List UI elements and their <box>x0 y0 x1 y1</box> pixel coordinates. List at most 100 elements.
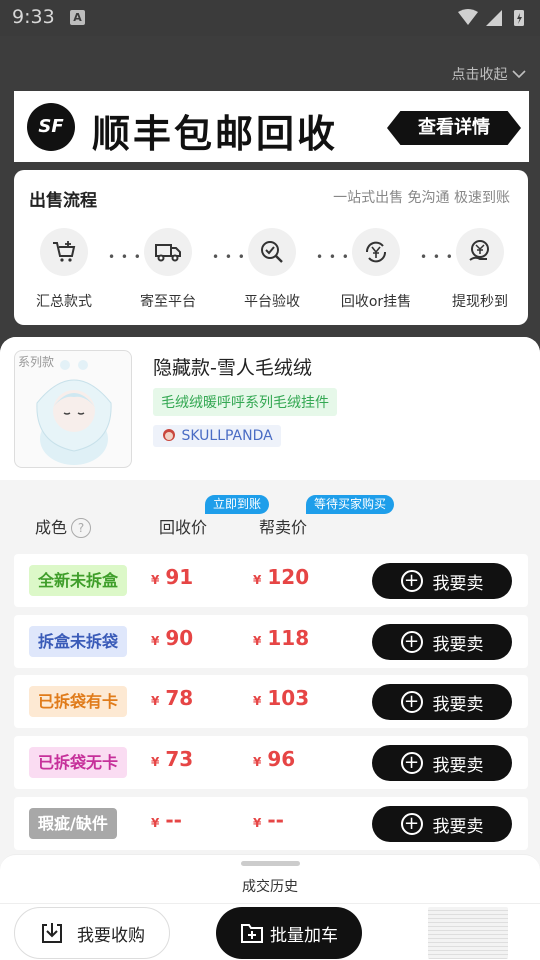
recycle-price: ¥91 <box>151 565 193 589</box>
skullpanda-avatar-icon <box>163 429 175 441</box>
process-step-collect: 汇总款式 <box>24 228 104 311</box>
process-step-withdraw: 提现秒到 <box>440 228 520 311</box>
help-icon[interactable]: ? <box>71 518 92 538</box>
product-thumbnail[interactable] <box>428 907 508 959</box>
recycle-price: ¥78 <box>151 686 193 710</box>
currency-symbol: ¥ <box>151 573 160 587</box>
condition-badge: 已拆袋无卡 <box>29 747 128 778</box>
recycle-price-value: 91 <box>165 565 194 589</box>
view-details-button[interactable]: 查看详情 <box>387 111 521 145</box>
batch-add-cart-button[interactable]: 批量加车 <box>216 907 362 959</box>
condition-badge: 已拆袋有卡 <box>29 686 128 717</box>
recycle-price: ¥73 <box>151 747 193 771</box>
status-bar: 9:33 A <box>0 0 540 36</box>
currency-symbol: ¥ <box>151 816 160 830</box>
condition-badge: 拆盒未拆袋 <box>29 626 128 657</box>
price-row: 已拆袋有卡 ¥78 ¥103 + 我要卖 <box>14 675 528 728</box>
yen-hand-icon <box>456 228 504 276</box>
condition-badge: 全新未拆盒 <box>29 565 128 596</box>
sell-button[interactable]: + 我要卖 <box>372 806 512 842</box>
recycle-price-value: -- <box>165 808 182 832</box>
status-icons <box>456 8 528 32</box>
currency-symbol: ¥ <box>151 634 160 648</box>
product-name: 隐藏款-雪人毛绒绒 <box>153 357 312 379</box>
product-image-tag: 系列款 <box>18 355 55 369</box>
step-label: 寄至平台 <box>140 294 196 310</box>
consign-price-value: 96 <box>267 747 296 771</box>
collapse-toggle[interactable]: 点击收起 <box>452 64 526 84</box>
consign-price: ¥96 <box>253 747 295 771</box>
currency-symbol: ¥ <box>253 694 262 708</box>
drag-handle[interactable] <box>241 861 300 866</box>
recycle-price-value: 78 <box>165 686 194 710</box>
currency-symbol: ¥ <box>151 694 160 708</box>
consign-price: ¥120 <box>253 565 309 589</box>
sf-recycle-banner[interactable]: SF 顺丰包邮回收 查看详情 <box>14 91 529 162</box>
folder-add-icon <box>241 924 263 943</box>
await-buyer-badge: 等待买家购买 <box>306 495 395 514</box>
process-step-ship: 寄至平台 <box>128 228 208 311</box>
sf-logo: SF <box>27 103 75 151</box>
sell-button[interactable]: + 我要卖 <box>372 745 512 781</box>
recycle-price-value: 90 <box>165 626 194 650</box>
condition-header-label: 成色 <box>35 518 68 537</box>
condition-header: 成色? <box>35 514 92 538</box>
process-step-inspect: 平台验收 <box>232 228 312 311</box>
currency-symbol: ¥ <box>253 755 262 769</box>
cart-add-icon <box>40 228 88 276</box>
recycle-price-value: 73 <box>165 747 194 771</box>
product-series-tag[interactable]: 毛绒绒暖呼呼系列毛绒挂件 <box>153 388 337 416</box>
brand-label: SKULLPANDA <box>181 428 273 444</box>
batch-add-label: 批量加车 <box>270 925 338 946</box>
app-notification-icon: A <box>70 10 85 25</box>
want-buy-button[interactable]: 我要收购 <box>14 907 170 959</box>
consign-price-value: -- <box>267 808 284 832</box>
download-tray-icon <box>42 923 62 943</box>
banner-title: 顺丰包邮回收 <box>92 112 339 156</box>
step-label: 汇总款式 <box>36 294 92 310</box>
trade-history-tab[interactable]: 成交历史 <box>0 854 540 904</box>
recycle-price: ¥ -- <box>151 808 182 832</box>
currency-symbol: ¥ <box>253 634 262 648</box>
consign-price: ¥118 <box>253 626 309 650</box>
yen-cycle-icon <box>352 228 400 276</box>
product-header: 系列款 隐藏款-雪人毛绒绒 毛绒绒暖呼呼系列毛绒挂件 SKULLPANDA <box>0 337 540 480</box>
collapse-label: 点击收起 <box>451 67 508 83</box>
sell-label: 我要卖 <box>432 573 484 594</box>
sell-button[interactable]: + 我要卖 <box>372 624 512 660</box>
sell-button[interactable]: + 我要卖 <box>372 563 512 599</box>
process-subtitle: 一站式出售 免沟通 极速到账 <box>333 190 510 206</box>
delivery-truck-icon <box>144 228 192 276</box>
recycle-price-header: 回收价 <box>159 518 208 537</box>
step-label: 平台验收 <box>244 294 300 310</box>
sell-button[interactable]: + 我要卖 <box>372 684 512 720</box>
trade-history-label: 成交历史 <box>242 879 298 895</box>
status-time: 9:33 <box>12 6 55 28</box>
inspect-check-icon <box>248 228 296 276</box>
price-row: 已拆袋无卡 ¥73 ¥96 + 我要卖 <box>14 736 528 789</box>
sell-label: 我要卖 <box>432 755 484 776</box>
currency-symbol: ¥ <box>151 755 160 769</box>
wifi-icon <box>458 9 478 25</box>
want-buy-label: 我要收购 <box>77 925 145 946</box>
bottom-action-bar: 我要收购 批量加车 <box>0 903 540 960</box>
plus-circle-icon: + <box>400 691 423 713</box>
instant-pay-badge: 立即到账 <box>205 495 270 514</box>
currency-symbol: ¥ <box>253 816 262 830</box>
product-image[interactable]: 系列款 <box>14 350 132 468</box>
recycle-price: ¥90 <box>151 626 193 650</box>
signal-icon <box>486 10 502 26</box>
condition-badge: 瑕疵/缺件 <box>29 808 117 839</box>
consign-price-value: 118 <box>267 626 310 650</box>
sell-label: 我要卖 <box>432 634 484 655</box>
consign-price-value: 103 <box>267 686 310 710</box>
price-table-header: 成色? 回收价 帮卖价 立即到账 等待买家购买 <box>0 487 540 547</box>
plus-circle-icon: + <box>400 813 423 835</box>
brand-tag[interactable]: SKULLPANDA <box>153 425 281 447</box>
consign-price-value: 120 <box>267 565 310 589</box>
price-row: 瑕疵/缺件 ¥ -- ¥ -- + 我要卖 <box>14 797 528 850</box>
price-row: 拆盒未拆袋 ¥90 ¥118 + 我要卖 <box>14 615 528 668</box>
plus-circle-icon: + <box>400 631 423 653</box>
sell-label: 我要卖 <box>432 816 484 837</box>
sale-process-card: 出售流程 一站式出售 免沟通 极速到账 汇总款式 • • • 寄至平台 • • … <box>14 170 528 325</box>
